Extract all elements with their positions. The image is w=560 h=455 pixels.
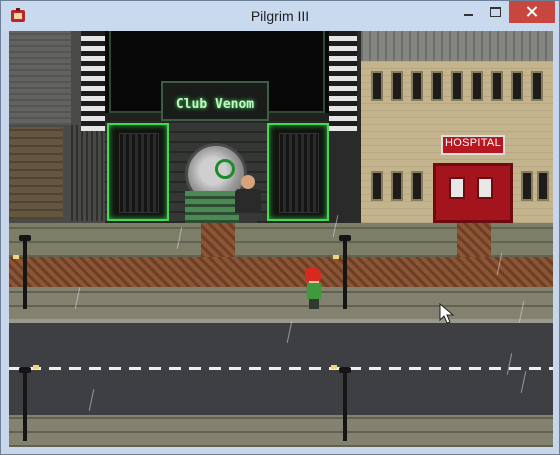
hospital-door[interactable] (433, 163, 513, 223)
street-lamp (343, 237, 347, 309)
hospital-window (451, 71, 463, 101)
hospital-window (521, 171, 533, 201)
bouncer-head (241, 175, 255, 189)
hospital-window (511, 71, 523, 101)
left-building-roof (9, 31, 71, 125)
player-legs (309, 299, 319, 309)
neon-panel-left (107, 123, 169, 221)
hospital-roof (361, 31, 553, 61)
game-viewport[interactable]: Club Venom HOSPITAL (9, 31, 553, 447)
lamp-light (331, 365, 337, 369)
bouncer-legs (239, 213, 257, 223)
hospital-window (371, 171, 383, 201)
hospital-window (391, 71, 403, 101)
lamp-head (19, 367, 31, 373)
lower-sidewalk (9, 287, 553, 321)
bouncer-body (235, 189, 261, 213)
hospital-window (471, 71, 483, 101)
minimize-button[interactable] (455, 1, 482, 23)
hospital-window (411, 171, 423, 201)
mouse-cursor-icon (439, 303, 455, 324)
club-sign: Club Venom (175, 97, 255, 112)
hospital-window (411, 71, 423, 101)
hospital-window (531, 71, 543, 101)
player-body (307, 283, 321, 299)
street-lamp (343, 369, 347, 441)
hospital-window (537, 171, 549, 201)
lamp-head (19, 235, 31, 241)
title-bar[interactable]: Pilgrim III (1, 1, 559, 31)
maximize-button[interactable] (482, 1, 509, 23)
neon-panel-right (267, 123, 329, 221)
lamp-head (339, 367, 351, 373)
hospital-door-window (477, 177, 493, 199)
bottom-sidewalk (9, 415, 553, 447)
lamp-light (333, 255, 339, 259)
hospital-window (431, 71, 443, 101)
lane-divider (9, 367, 553, 370)
hospital-door-window (449, 177, 465, 199)
hospital-window (391, 171, 403, 201)
left-building-vent (71, 125, 107, 221)
hospital-window (371, 71, 383, 101)
close-button[interactable] (509, 1, 555, 23)
dirt-path (201, 223, 235, 257)
hospital-window (491, 71, 503, 101)
lamp-light (33, 365, 39, 369)
game-window: Pilgrim III Club Venom HOSPITAL (0, 0, 560, 455)
player-hair (305, 267, 321, 281)
lamp-head (339, 235, 351, 241)
lamp-light (13, 255, 19, 259)
street-lamp (23, 369, 27, 441)
dirt-strip (9, 257, 553, 287)
left-building-door (9, 127, 63, 219)
dirt-path (457, 223, 491, 257)
vault-wheel-icon (215, 159, 235, 179)
hospital-sign: HOSPITAL (445, 137, 501, 149)
street-lamp (23, 237, 27, 309)
striped-pillar-right (329, 31, 357, 131)
